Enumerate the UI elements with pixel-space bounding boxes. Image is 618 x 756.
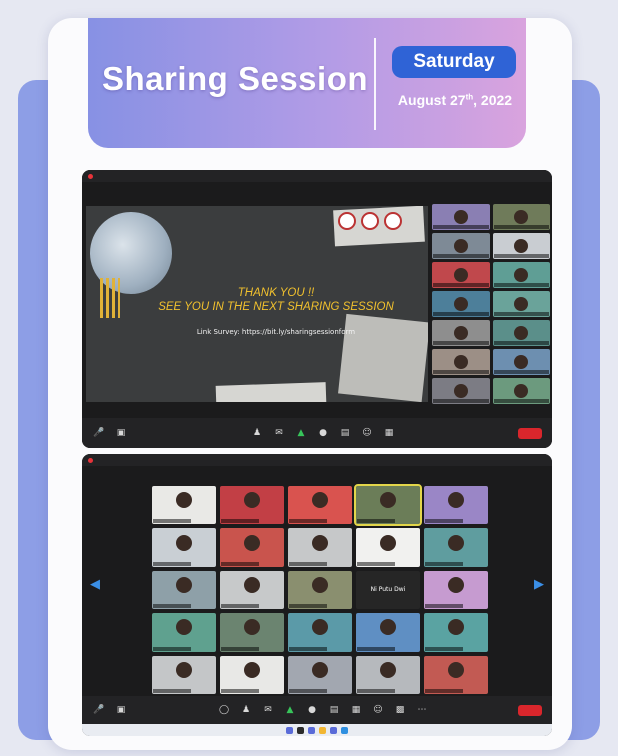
video-icon[interactable]: ▣ — [114, 703, 128, 717]
participant-tile[interactable] — [220, 570, 284, 610]
participants-icon[interactable]: ♟ — [239, 703, 253, 717]
record-icon[interactable]: ● — [316, 426, 330, 440]
participant-tile[interactable] — [220, 613, 284, 652]
participant-thumbnail[interactable] — [492, 378, 550, 404]
recording-icon — [88, 457, 93, 463]
banner-divider — [374, 38, 376, 130]
mute-icon[interactable]: 🎤 — [92, 426, 106, 440]
zoom-app-icon[interactable] — [341, 726, 348, 734]
task-view-icon[interactable] — [308, 726, 315, 734]
event-date: August 27th, 2022 — [397, 92, 513, 108]
day-badge: Saturday — [392, 46, 516, 78]
participant-thumbnail[interactable] — [432, 262, 490, 288]
participant-tile[interactable] — [356, 613, 420, 652]
record-icon[interactable]: ● — [305, 703, 319, 717]
captions-icon[interactable]: ▤ — [327, 703, 341, 717]
breakout-rooms-icon[interactable]: ▦ — [349, 703, 363, 717]
participant-thumbnail[interactable] — [432, 204, 490, 230]
recording-icon — [88, 173, 93, 179]
share-screen-icon[interactable]: ▲ — [294, 426, 308, 440]
video-icon[interactable]: ▣ — [114, 426, 128, 440]
participant-thumbnail[interactable] — [432, 349, 490, 375]
participant-thumbnail[interactable] — [492, 233, 550, 259]
meeting-title-bar — [82, 170, 552, 182]
participant-thumbnail[interactable] — [492, 291, 550, 317]
security-icon[interactable]: ◯ — [217, 703, 231, 717]
participant-thumbnail[interactable] — [432, 291, 490, 317]
organizer-logos — [338, 212, 402, 230]
active-speaker-tile[interactable] — [354, 483, 422, 527]
meeting-title-bar — [82, 454, 552, 466]
browser-icon[interactable] — [330, 726, 337, 734]
participant-thumbnail[interactable] — [432, 378, 490, 404]
stripes-decoration — [100, 278, 120, 318]
chat-icon[interactable]: ✉ — [261, 703, 275, 717]
previous-page-icon[interactable]: ◀ — [90, 576, 100, 592]
participant-tile[interactable] — [152, 613, 216, 652]
participant-thumbnail[interactable] — [492, 349, 550, 375]
meeting-toolbar: 🎤 ▣ ◯ ♟ ✉ ▲ ● ▤ ▦ ☺ ▩ ⋯ — [82, 696, 552, 724]
windows-taskbar — [82, 724, 552, 736]
participant-tile[interactable] — [288, 613, 352, 652]
event-title: Sharing Session — [101, 60, 369, 97]
shared-slide: THANK YOU !! SEE YOU IN THE NEXT SHARING… — [86, 206, 428, 402]
participant-tile[interactable] — [424, 570, 488, 610]
participant-tile[interactable] — [152, 528, 216, 567]
participant-tile[interactable] — [152, 486, 216, 525]
participant-gallery: Ni Putu Dwi — [152, 483, 488, 694]
meeting-screenshot-gallery: ◀ ▶ Ni Putu Dwi 🎤 ▣ ◯ ♟ ✉ ▲ ● ▤ ▦ ☺ ▩ ⋯ — [82, 454, 552, 736]
participant-tile[interactable] — [288, 655, 352, 694]
slide-message: THANK YOU !! SEE YOU IN THE NEXT SHARING… — [158, 287, 394, 313]
participant-tile[interactable] — [288, 486, 352, 525]
reactions-icon[interactable]: ☺ — [371, 703, 385, 717]
participant-tile[interactable] — [424, 486, 488, 525]
participant-tile[interactable] — [152, 570, 216, 610]
logo-icon — [384, 212, 402, 230]
mute-icon[interactable]: 🎤 — [92, 703, 106, 717]
more-icon[interactable]: ⋯ — [415, 703, 429, 717]
logo-icon — [338, 212, 356, 230]
participant-thumbnail[interactable] — [432, 233, 490, 259]
paper-scrap — [215, 382, 327, 402]
file-explorer-icon[interactable] — [319, 726, 326, 734]
participant-thumbnail[interactable] — [432, 320, 490, 346]
reactions-icon[interactable]: ☺ — [360, 426, 374, 440]
next-page-icon[interactable]: ▶ — [534, 576, 544, 592]
participant-tile[interactable] — [356, 528, 420, 567]
participant-tile[interactable] — [424, 613, 488, 652]
meeting-screenshot-slide: THANK YOU !! SEE YOU IN THE NEXT SHARING… — [82, 170, 552, 448]
search-icon[interactable] — [297, 726, 304, 734]
participants-icon[interactable]: ♟ — [250, 426, 264, 440]
participant-tile[interactable] — [424, 528, 488, 567]
share-screen-icon[interactable]: ▲ — [283, 703, 297, 717]
header-banner: Sharing Session Saturday August 27th, 20… — [88, 18, 526, 148]
participant-tile[interactable] — [288, 570, 352, 610]
participant-tile[interactable] — [220, 528, 284, 567]
participant-thumbnail[interactable] — [492, 204, 550, 230]
participant-tile[interactable] — [152, 655, 216, 694]
participant-thumbnail[interactable] — [492, 262, 550, 288]
poster-card: Sharing Session Saturday August 27th, 20… — [48, 18, 572, 750]
participant-thumbnails — [432, 204, 550, 404]
end-meeting-button[interactable] — [518, 704, 542, 716]
chat-icon[interactable]: ✉ — [272, 426, 286, 440]
participant-tile-no-video[interactable]: Ni Putu Dwi — [356, 570, 420, 610]
participant-tile[interactable] — [220, 486, 284, 525]
participant-tile[interactable] — [424, 655, 488, 694]
captions-icon[interactable]: ▤ — [338, 426, 352, 440]
meeting-toolbar: 🎤 ▣ ♟ ✉ ▲ ● ▤ ☺ ▦ — [82, 418, 552, 448]
participant-tile[interactable] — [220, 655, 284, 694]
end-meeting-button[interactable] — [518, 427, 542, 439]
participant-thumbnail[interactable] — [492, 320, 550, 346]
survey-link-text: Link Survey: https://bit.ly/sharingsessi… — [196, 328, 356, 336]
apps-icon[interactable]: ▦ — [382, 426, 396, 440]
participant-tile[interactable] — [356, 655, 420, 694]
participant-tile[interactable] — [288, 528, 352, 567]
windows-start-icon[interactable] — [286, 726, 293, 734]
logo-icon — [361, 212, 379, 230]
apps-icon[interactable]: ▩ — [393, 703, 407, 717]
